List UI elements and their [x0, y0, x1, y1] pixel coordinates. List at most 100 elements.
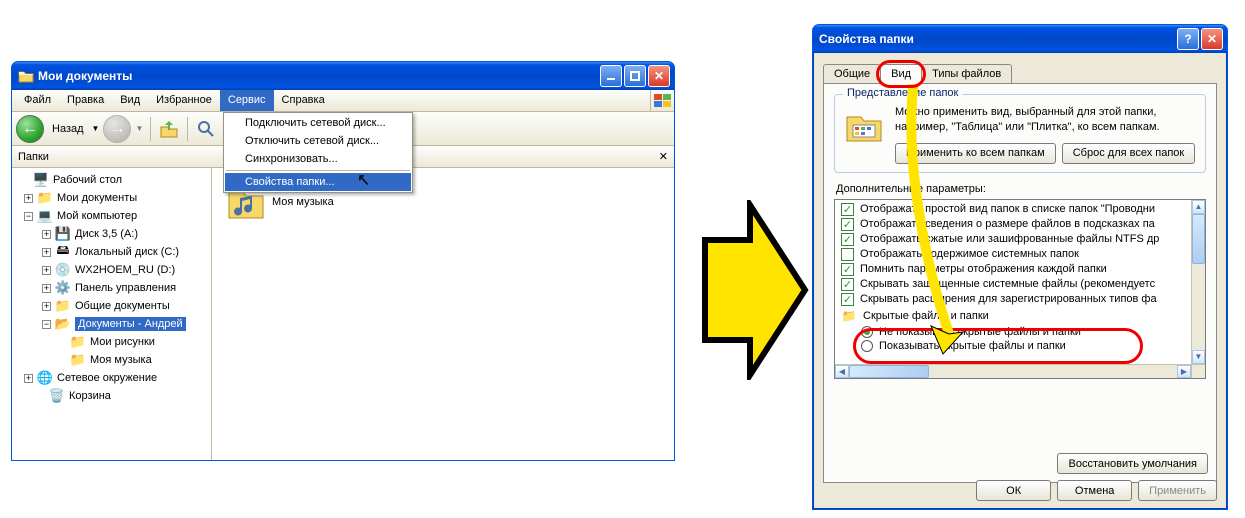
help-button[interactable]: ? — [1177, 28, 1199, 50]
tab-view[interactable]: Вид — [880, 64, 922, 84]
option-header: 📁 Скрытые файлы и папки — [837, 307, 1191, 325]
option-radio[interactable]: Не показывать скрытые файлы и папки — [837, 325, 1191, 339]
radio-icon[interactable] — [861, 340, 873, 352]
vertical-scrollbar[interactable]: ▲ ▼ — [1191, 200, 1205, 364]
radio-icon[interactable] — [861, 326, 873, 338]
tree-recycle[interactable]: 🗑️Корзина — [12, 387, 211, 405]
maximize-button[interactable] — [624, 65, 646, 87]
up-button[interactable] — [158, 118, 180, 140]
tree-network[interactable]: +🌐Сетевое окружение — [12, 369, 211, 387]
restore-defaults-button[interactable]: Восстановить умолчания — [1057, 453, 1208, 474]
group-text-2: например, "Таблица" или "Плитка", ко все… — [895, 120, 1197, 135]
close-pane-icon[interactable]: ✕ — [659, 150, 668, 163]
dialog-close-button[interactable]: ✕ — [1201, 28, 1223, 50]
option-label: Помнить параметры отображения каждой пап… — [860, 263, 1107, 275]
tree-wx[interactable]: +💿WX2HOEM_RU (D:) — [12, 261, 211, 279]
minimize-button[interactable] — [600, 65, 622, 87]
tree-user-docs[interactable]: −📂Документы - Андрей — [12, 315, 211, 333]
option-checkbox[interactable]: ✓ Помнить параметры отображения каждой па… — [837, 262, 1191, 277]
menu-view[interactable]: Вид — [112, 90, 148, 111]
scroll-up-icon[interactable]: ▲ — [1192, 200, 1205, 214]
menu-item-sync[interactable]: Синхронизовать... — [225, 150, 411, 168]
menu-favorites[interactable]: Избранное — [148, 90, 220, 111]
tab-general[interactable]: Общие — [823, 64, 881, 83]
menu-bar: Файл Правка Вид Избранное Сервис Справка… — [12, 90, 674, 112]
windows-flag-icon — [650, 90, 674, 111]
folder-options-dialog: Свойства папки ? ✕ Общие Вид Типы файлов… — [812, 24, 1228, 510]
tab-strip: Общие Вид Типы файлов — [823, 61, 1217, 83]
hscroll-thumb[interactable] — [849, 365, 929, 378]
checkbox-icon[interactable]: ✓ — [841, 233, 854, 246]
tree-shared-docs[interactable]: +📁Общие документы — [12, 297, 211, 315]
checkbox-icon[interactable]: ✓ — [841, 203, 854, 216]
horizontal-scrollbar[interactable]: ◀ ▶ — [835, 364, 1191, 378]
forward-button: → — [103, 115, 131, 143]
option-label: Скрывать расширения для зарегистрированн… — [860, 293, 1157, 305]
menu-file[interactable]: Файл — [16, 90, 59, 111]
option-checkbox[interactable]: ✓Отображать содержимое системных папок — [837, 247, 1191, 262]
advanced-label: Дополнительные параметры: — [836, 183, 1206, 195]
explorer-window: Мои документы ✕ Файл Правка Вид Избранно… — [11, 61, 675, 461]
folder-icon: 📁 — [841, 308, 857, 324]
option-checkbox[interactable]: ✓ Отображать сжатые или зашифрованные фай… — [837, 232, 1191, 247]
scroll-thumb[interactable] — [1192, 214, 1205, 264]
option-radio[interactable]: Показывать скрытые файлы и папки — [837, 339, 1191, 353]
tab-file-types[interactable]: Типы файлов — [921, 64, 1012, 83]
checkbox-icon[interactable]: ✓ — [841, 293, 854, 306]
forward-dropdown-icon[interactable]: ▼ — [135, 124, 143, 133]
menu-item-map-drive[interactable]: Подключить сетевой диск... — [225, 114, 411, 132]
checkbox-icon[interactable]: ✓ — [841, 218, 854, 231]
reset-all-button[interactable]: Сброс для всех папок — [1062, 143, 1196, 164]
folder-tree[interactable]: 🖥️Рабочий стол +📁Мои документы −💻Мой ком… — [12, 168, 212, 460]
back-label: Назад — [52, 123, 84, 135]
scroll-down-icon[interactable]: ▼ — [1192, 350, 1205, 364]
menu-help[interactable]: Справка — [274, 90, 333, 111]
content-area[interactable]: Моя музыка — [212, 168, 674, 460]
folders-pane-title: Папки — [18, 151, 49, 163]
option-checkbox[interactable]: ✓ Скрывать защищенные системные файлы (ре… — [837, 277, 1191, 292]
menu-edit[interactable]: Правка — [59, 90, 112, 111]
menu-item-folder-options[interactable]: Свойства папки... — [225, 173, 411, 191]
option-checkbox[interactable]: ✓ Скрывать расширения для зарегистрирован… — [837, 292, 1191, 307]
toolbar-separator — [187, 117, 188, 141]
option-label: Скрытые файлы и папки — [863, 310, 989, 322]
menu-tools[interactable]: Сервис — [220, 90, 274, 111]
checkbox-icon[interactable]: ✓ — [841, 248, 854, 261]
option-label: Скрывать защищенные системные файлы (рек… — [860, 278, 1155, 290]
option-checkbox[interactable]: ✓ Отображать простой вид папок в списке п… — [837, 202, 1191, 217]
tree-desktop[interactable]: 🖥️Рабочий стол — [12, 171, 211, 189]
cancel-button[interactable]: Отмена — [1057, 480, 1132, 501]
search-button[interactable] — [195, 118, 217, 140]
tree-floppy[interactable]: +💾Диск 3,5 (A:) — [12, 225, 211, 243]
scroll-corner — [1191, 364, 1205, 378]
close-button[interactable]: ✕ — [648, 65, 670, 87]
option-label: Не показывать скрытые файлы и папки — [879, 326, 1081, 338]
tree-local-disk[interactable]: +🖴Локальный диск (C:) — [12, 243, 211, 261]
option-checkbox[interactable]: ✓Отображать сведения о размере файлов в … — [837, 217, 1191, 232]
explorer-titlebar: Мои документы ✕ — [12, 62, 674, 90]
apply-to-all-button[interactable]: Применить ко всем папкам — [895, 143, 1056, 164]
tree-control-panel[interactable]: +⚙️Панель управления — [12, 279, 211, 297]
menu-item-disconnect-drive[interactable]: Отключить сетевой диск... — [225, 132, 411, 150]
tree-my-docs[interactable]: +📁Мои документы — [12, 189, 211, 207]
tree-my-pictures[interactable]: 📁Мои рисунки — [12, 333, 211, 351]
tree-my-music[interactable]: 📁Моя музыка — [12, 351, 211, 369]
tools-dropdown: Подключить сетевой диск... Отключить сет… — [223, 112, 413, 193]
file-label: Моя музыка — [272, 196, 334, 208]
back-dropdown-icon[interactable]: ▼ — [92, 124, 100, 133]
explorer-title: Мои документы — [38, 69, 132, 83]
dialog-titlebar: Свойства папки ? ✕ — [813, 25, 1227, 53]
option-label: Отображать простой вид папок в списке па… — [860, 203, 1155, 215]
option-label: Отображать сжатые или зашифрованные файл… — [860, 233, 1159, 245]
option-label: Показывать скрытые файлы и папки — [879, 340, 1066, 352]
group-text-1: Можно применить вид, выбранный для этой … — [895, 105, 1197, 120]
tree-my-computer[interactable]: −💻Мой компьютер — [12, 207, 211, 225]
checkbox-icon[interactable]: ✓ — [841, 263, 854, 276]
apply-button[interactable]: Применить — [1138, 480, 1217, 501]
ok-button[interactable]: ОК — [976, 480, 1051, 501]
scroll-left-icon[interactable]: ◀ — [835, 365, 849, 378]
checkbox-icon[interactable]: ✓ — [841, 278, 854, 291]
advanced-options-list[interactable]: ✓ Отображать простой вид папок в списке п… — [834, 199, 1206, 379]
back-button[interactable]: ← — [16, 115, 44, 143]
scroll-right-icon[interactable]: ▶ — [1177, 365, 1191, 378]
